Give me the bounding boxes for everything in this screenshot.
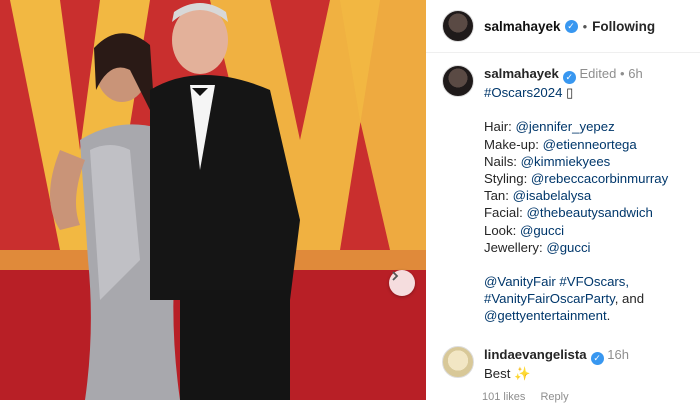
post-side-panel: salmahayek ✓ • Following salmahayek ✓ Edi… bbox=[426, 0, 700, 403]
vanityfair-link[interactable]: @VanityFair #VFOscars, bbox=[484, 273, 700, 290]
credit-line: Jewellery: @gucci bbox=[484, 239, 591, 255]
author-username[interactable]: salmahayek bbox=[484, 19, 561, 34]
caption-time[interactable]: 6h bbox=[628, 66, 642, 81]
caption: salmahayek ✓ Edited • 6h #Oscars2024 ▯ Ha… bbox=[426, 53, 700, 325]
mention-link[interactable]: @kimmiekyees bbox=[521, 154, 611, 169]
next-photo-button[interactable] bbox=[389, 270, 415, 296]
comment-likes[interactable]: 101 likes bbox=[482, 391, 525, 403]
mention-link[interactable]: @gucci bbox=[546, 240, 590, 255]
avatar[interactable] bbox=[442, 10, 474, 42]
commenter-avatar[interactable] bbox=[442, 346, 474, 378]
mention-link[interactable]: @jennifer_yepez bbox=[516, 119, 615, 134]
caption-avatar[interactable] bbox=[442, 65, 474, 97]
comment-footer: 101 likes Reply bbox=[482, 391, 581, 403]
comment: lindaevangelista ✓ 16h Best ✨ bbox=[442, 346, 629, 383]
mention-link[interactable]: @gucci bbox=[520, 223, 564, 238]
verified-badge-icon: ✓ bbox=[590, 351, 604, 365]
edited-label: Edited bbox=[579, 66, 617, 81]
credit-line: Facial: @thebeautysandwich bbox=[484, 205, 653, 221]
sparkles-icon: ✨ bbox=[514, 365, 531, 381]
trailing-glyph: ▯ bbox=[566, 85, 574, 101]
verified-badge-icon: ✓ bbox=[564, 19, 578, 33]
post-header: salmahayek ✓ • Following bbox=[426, 0, 700, 53]
credit-line: Look: @gucci bbox=[484, 222, 565, 238]
mention-link[interactable]: @gettyentertainment bbox=[484, 308, 607, 323]
red-carpet-image bbox=[0, 0, 426, 400]
credit-line: Hair: @jennifer_yepez bbox=[484, 119, 615, 135]
separator-dot: • bbox=[582, 18, 588, 34]
mention-link[interactable]: @etienneortega bbox=[543, 137, 637, 152]
mention-link[interactable]: @thebeautysandwich bbox=[527, 205, 653, 220]
chevron-right-icon bbox=[392, 271, 399, 281]
mention-link[interactable]: @isabelalysa bbox=[513, 188, 592, 203]
reply-button[interactable]: Reply bbox=[540, 391, 568, 403]
credit-line: Make-up: @etienneortega bbox=[484, 136, 637, 152]
comment-text: Best bbox=[484, 365, 511, 381]
following-button[interactable]: Following bbox=[592, 19, 655, 34]
mention-link[interactable]: @rebeccacorbinmurray bbox=[531, 171, 668, 186]
verified-badge-icon: ✓ bbox=[562, 71, 576, 85]
credit-line: Tan: @isabelalysa bbox=[484, 188, 592, 204]
credit-line: Nails: @kimmiekyees bbox=[484, 153, 611, 169]
hashtag-link[interactable]: #VanityFairOscarParty bbox=[484, 291, 615, 306]
caption-username[interactable]: salmahayek bbox=[484, 66, 559, 81]
credit-line: Styling: @rebeccacorbinmurray bbox=[484, 170, 669, 186]
hashtag-link[interactable]: #Oscars2024 bbox=[484, 85, 562, 100]
separator-dot: • bbox=[620, 66, 625, 81]
post-photo bbox=[0, 0, 426, 400]
comment-time[interactable]: 16h bbox=[607, 347, 629, 362]
commenter-username[interactable]: lindaevangelista bbox=[484, 347, 587, 362]
